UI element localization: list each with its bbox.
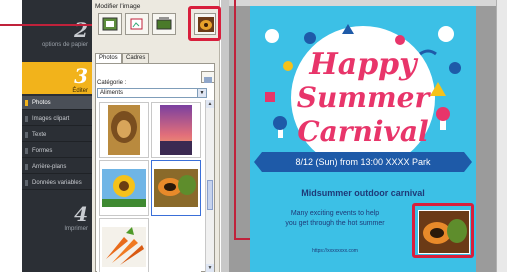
thumbnail-grid <box>97 100 201 272</box>
image-crop-icon <box>130 18 143 30</box>
thumbnail-sunset[interactable] <box>151 102 201 158</box>
wizard-subitem-text[interactable]: Texte <box>22 128 92 142</box>
wizard-subitem-photos[interactable]: Photos <box>22 96 92 110</box>
poster-photo-highlight <box>412 203 474 258</box>
papaya-photo <box>154 169 198 207</box>
sunflower-photo <box>102 169 146 207</box>
step-number: 2 <box>74 18 88 42</box>
view-grid-button[interactable] <box>201 71 215 83</box>
wizard-sidebar: 2 options de papier 3 Éditer Photos Imag… <box>22 0 92 272</box>
image-tool-button-3[interactable] <box>152 13 176 35</box>
step-label: Éditer <box>72 88 88 94</box>
thumbnail-papaya[interactable] <box>151 160 201 216</box>
image-rotate-icon <box>156 17 172 30</box>
canvas-scrollbar[interactable] <box>496 0 507 272</box>
poster-body-line-1: Many exciting events to help <box>290 210 380 217</box>
carrots-photo <box>102 227 146 267</box>
image-tool-button-1[interactable] <box>98 13 122 35</box>
scroll-up-icon[interactable]: ▲ <box>206 100 214 108</box>
poster-subtitle: Midsummer outdoor carnival <box>301 188 425 198</box>
ruler-left <box>221 0 229 272</box>
poster-headline-summer: Summer <box>296 81 430 114</box>
replace-image-highlight <box>188 6 221 41</box>
scroll-down-icon[interactable]: ▼ <box>206 264 214 272</box>
poster-headline-happy: Happy <box>309 47 417 82</box>
tab-frames[interactable]: Cadres <box>122 53 150 63</box>
category-value: Aliments <box>100 90 124 96</box>
panel-title: Modifier l'image <box>95 3 141 10</box>
tab-photos[interactable]: Photos <box>95 53 122 63</box>
wizard-subitem-shapes[interactable]: Formes <box>22 144 92 158</box>
step-number: 3 <box>74 64 88 88</box>
wizard-subitem-backgrounds[interactable]: Arrière-plans <box>22 160 92 174</box>
poster-date: 8/12 (Sun) from 13:00 XXXX Park <box>295 157 431 167</box>
thumbnail-lion[interactable] <box>99 102 149 158</box>
callout-line <box>234 0 236 240</box>
grid-icon <box>204 77 212 83</box>
category-label: Catégorie : <box>97 80 127 86</box>
thumbnail-scrollbar[interactable]: ▲ ▼ <box>205 100 214 272</box>
category-select[interactable]: Aliments ▼ <box>97 88 207 98</box>
callout-line <box>0 24 98 26</box>
wizard-subitem-variable-data[interactable]: Données variables <box>22 176 92 190</box>
chevron-down-icon: ▼ <box>197 89 206 97</box>
poster-body-line-2: you get through the hot summer <box>285 220 385 227</box>
image-tool-button-2[interactable] <box>125 13 149 35</box>
lion-photo <box>108 105 140 155</box>
wizard-subitem-clipart[interactable]: Images clipart <box>22 112 92 126</box>
image-frame-icon <box>102 17 118 31</box>
wizard-step-print[interactable]: 4 Imprimer <box>22 200 92 240</box>
sunset-photo <box>160 105 192 155</box>
thumbnail-sunflower[interactable] <box>99 160 149 216</box>
scrollbar-thumb[interactable] <box>207 180 213 210</box>
step-label: Imprimer <box>64 226 88 232</box>
step-label: options de papier <box>41 42 88 48</box>
poster-headline-carnival: Carnival <box>297 115 429 148</box>
step-number: 4 <box>74 202 88 226</box>
wizard-step-paper-options[interactable]: 2 options de papier <box>22 14 92 58</box>
poster-url: https://xxxxxxxx.com <box>312 248 358 254</box>
wizard-step-edit[interactable]: 3 Éditer <box>22 62 92 94</box>
thumbnail-carrots[interactable] <box>99 218 149 272</box>
